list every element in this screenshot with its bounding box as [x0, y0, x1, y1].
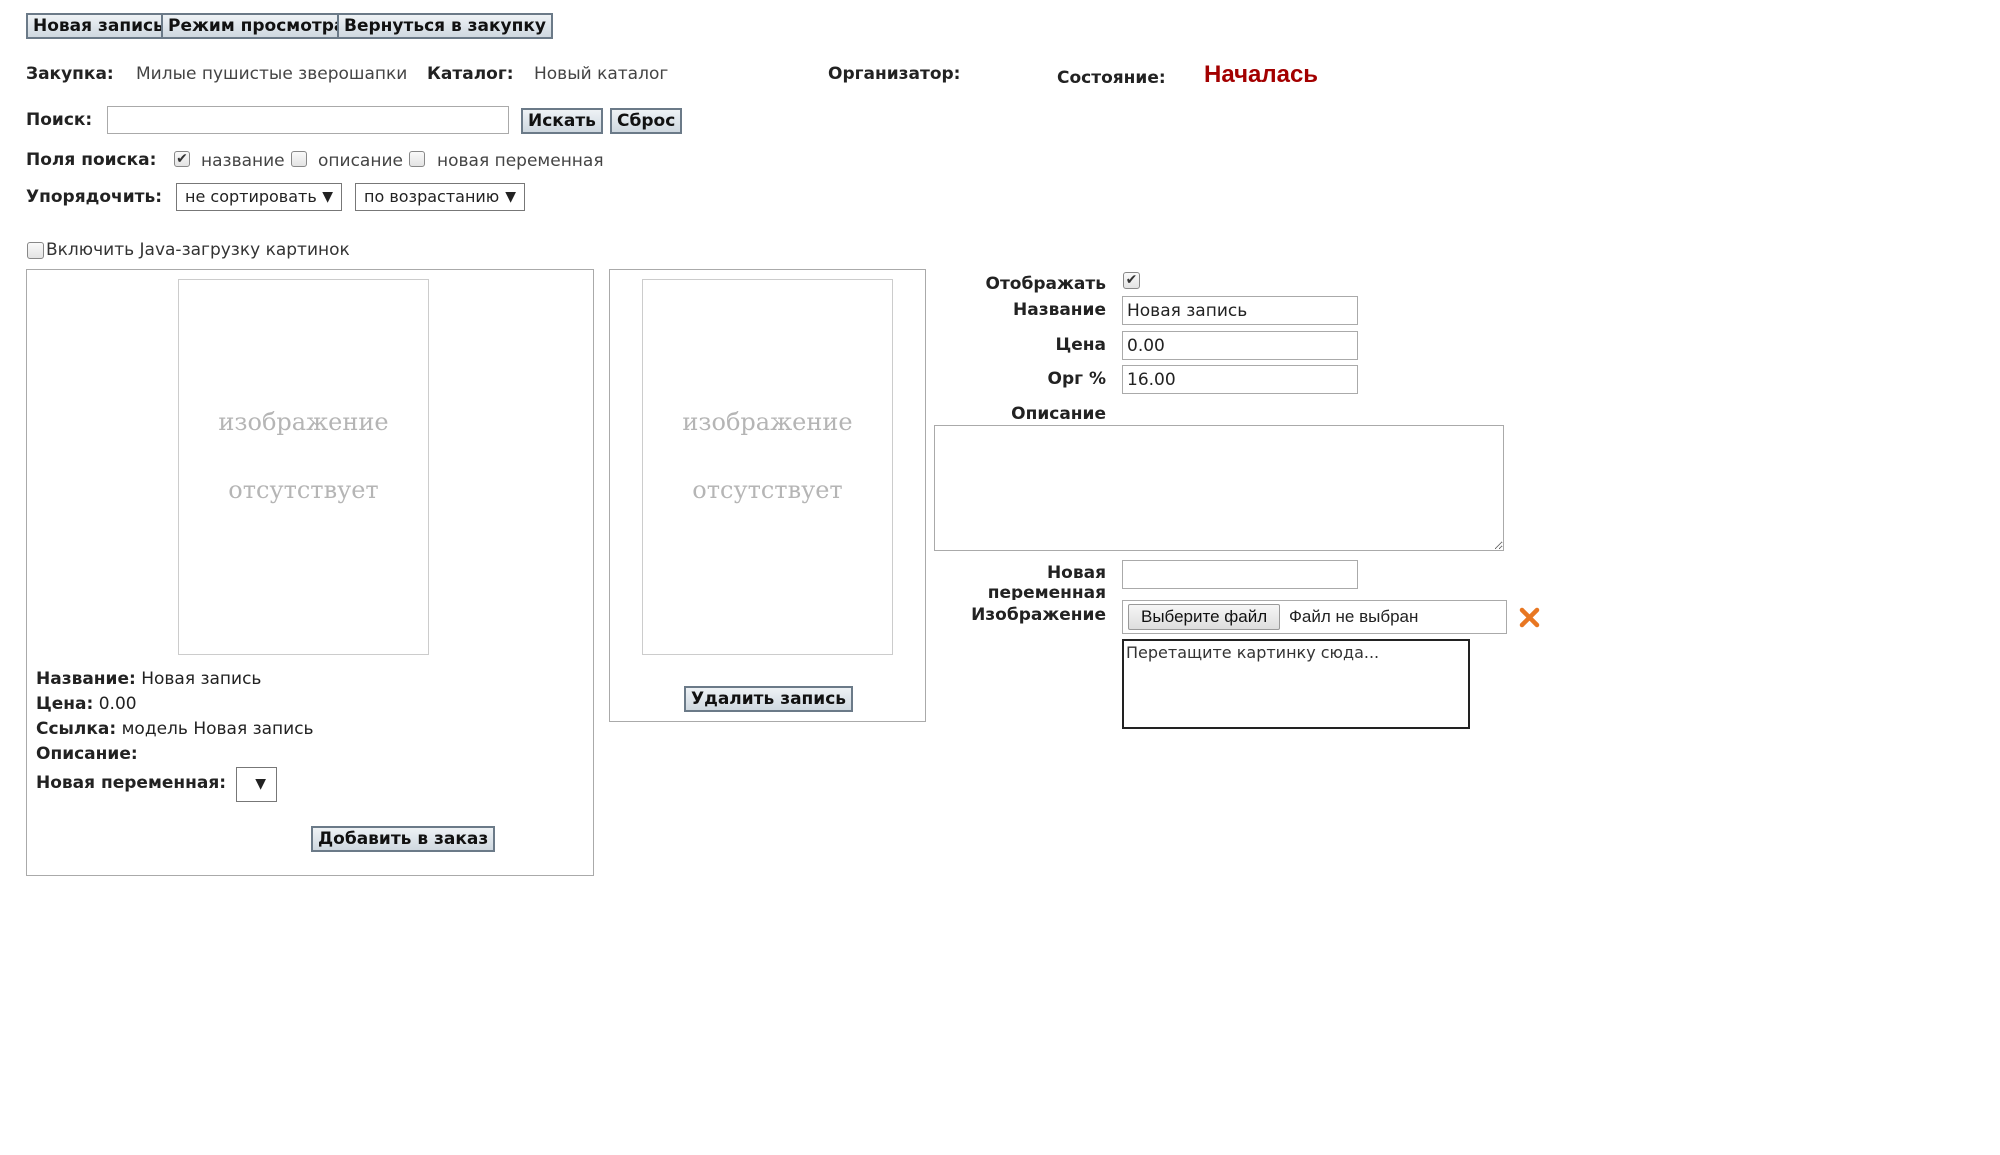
new-var-label-line1: Новая [1046, 563, 1106, 583]
search-field-name-label: название [201, 151, 285, 171]
drop-zone-text: Перетащите картинку сюда... [1126, 643, 1380, 662]
no-image-text-line2: отсутствует [692, 476, 843, 504]
preview-name-label: Название: [36, 669, 136, 689]
no-image-text-line2: отсутствует [228, 476, 379, 504]
file-input[interactable]: Выберите файл Файл не выбран [1122, 600, 1507, 634]
no-image-text-line1: изображение [682, 408, 853, 436]
name-label: Название [1013, 300, 1106, 320]
sort-field-selected: не сортировать [185, 187, 317, 206]
description-label: Описание [1011, 404, 1106, 424]
search-button[interactable]: Искать [521, 108, 603, 134]
search-field-name-checkbox[interactable]: ✔ [174, 151, 190, 167]
price-label: Цена [1055, 335, 1106, 355]
preview-name-row: Название: Новая запись [36, 669, 261, 689]
purchase-label: Закупка: [26, 64, 114, 84]
new-var-input[interactable] [1122, 560, 1358, 589]
preview-description-label: Описание: [36, 744, 138, 764]
add-to-order-button[interactable]: Добавить в заказ [311, 826, 496, 852]
chevron-down-icon: ▼ [505, 189, 516, 205]
preview-name-value: Новая запись [141, 669, 262, 689]
image-drop-zone[interactable]: Перетащите картинку сюда... [1122, 639, 1470, 729]
search-input[interactable] [107, 106, 509, 134]
state-value: Началась [1204, 61, 1319, 88]
price-input[interactable] [1122, 331, 1358, 360]
name-input[interactable] [1122, 296, 1358, 325]
catalog-label: Каталог: [427, 64, 514, 84]
org-percent-label: Орг % [1047, 369, 1106, 389]
purchase-value: Милые пушистые зверошапки [136, 64, 408, 84]
preview-new-var-row: Новая переменная: [36, 773, 226, 793]
search-field-new-var-label: новая переменная [437, 151, 604, 171]
search-field-description-checkbox[interactable] [291, 151, 307, 167]
choose-file-button[interactable]: Выберите файл [1128, 604, 1281, 630]
org-percent-input[interactable] [1122, 365, 1358, 394]
preview-link-label: Ссылка: [36, 719, 117, 739]
display-label: Отображать [985, 274, 1107, 294]
delete-record-button[interactable]: Удалить запись [684, 686, 854, 712]
display-checkbox[interactable]: ✔ [1123, 272, 1140, 289]
new-var-label-line2: переменная [987, 584, 1106, 600]
edit-card: изображение отсутствует Удалить запись [609, 269, 926, 722]
no-image-text-line1: изображение [218, 408, 389, 436]
java-upload-label: Включить Java-загрузку картинок [46, 240, 350, 260]
sort-order-selected: по возрастанию [364, 187, 500, 206]
preview-new-var-label: Новая переменная: [36, 773, 227, 793]
no-image-placeholder: изображение отсутствует [178, 279, 429, 655]
java-upload-checkbox[interactable] [27, 242, 44, 259]
preview-link-row: Ссылка: модель Новая запись [36, 719, 314, 739]
reset-button[interactable]: Сброс [610, 108, 683, 134]
back-to-purchase-button[interactable]: Вернуться в закупку [337, 13, 554, 39]
search-field-new-var-checkbox[interactable] [409, 151, 425, 167]
preview-card: изображение отсутствует Название: Новая … [26, 269, 594, 876]
preview-link-value[interactable]: модель Новая запись [122, 719, 314, 739]
catalog-value: Новый каталог [534, 64, 669, 84]
search-label: Поиск: [26, 110, 93, 130]
preview-price-label: Цена: [36, 694, 94, 714]
chevron-down-icon: ▼ [255, 776, 266, 792]
sort-field-select[interactable]: не сортировать ▼ [176, 183, 342, 211]
close-x-icon[interactable] [1519, 607, 1540, 628]
no-file-text: Файл не выбран [1289, 607, 1419, 626]
preview-price-row: Цена: 0.00 [36, 694, 137, 714]
search-fields-label: Поля поиска: [26, 150, 157, 170]
preview-description-row: Описание: [36, 744, 138, 764]
preview-new-var-select[interactable]: ▼ [236, 767, 277, 802]
state-label: Состояние: [1057, 68, 1166, 88]
view-mode-button[interactable]: Режим просмотра [161, 13, 353, 39]
no-image-placeholder: изображение отсутствует [642, 279, 893, 655]
organizer-label: Организатор: [828, 64, 961, 84]
chevron-down-icon: ▼ [322, 189, 333, 205]
preview-price-value: 0.00 [98, 694, 137, 714]
new-var-label-line2-wrap: переменная [936, 584, 1106, 600]
image-label: Изображение [971, 605, 1106, 625]
search-field-description-label: описание [318, 151, 403, 171]
description-textarea[interactable] [934, 425, 1504, 551]
new-var-label: Новая [936, 564, 1106, 583]
new-record-button[interactable]: Новая запись [26, 13, 171, 39]
sort-label: Упорядочить: [26, 187, 163, 207]
sort-order-select[interactable]: по возрастанию ▼ [355, 183, 525, 211]
